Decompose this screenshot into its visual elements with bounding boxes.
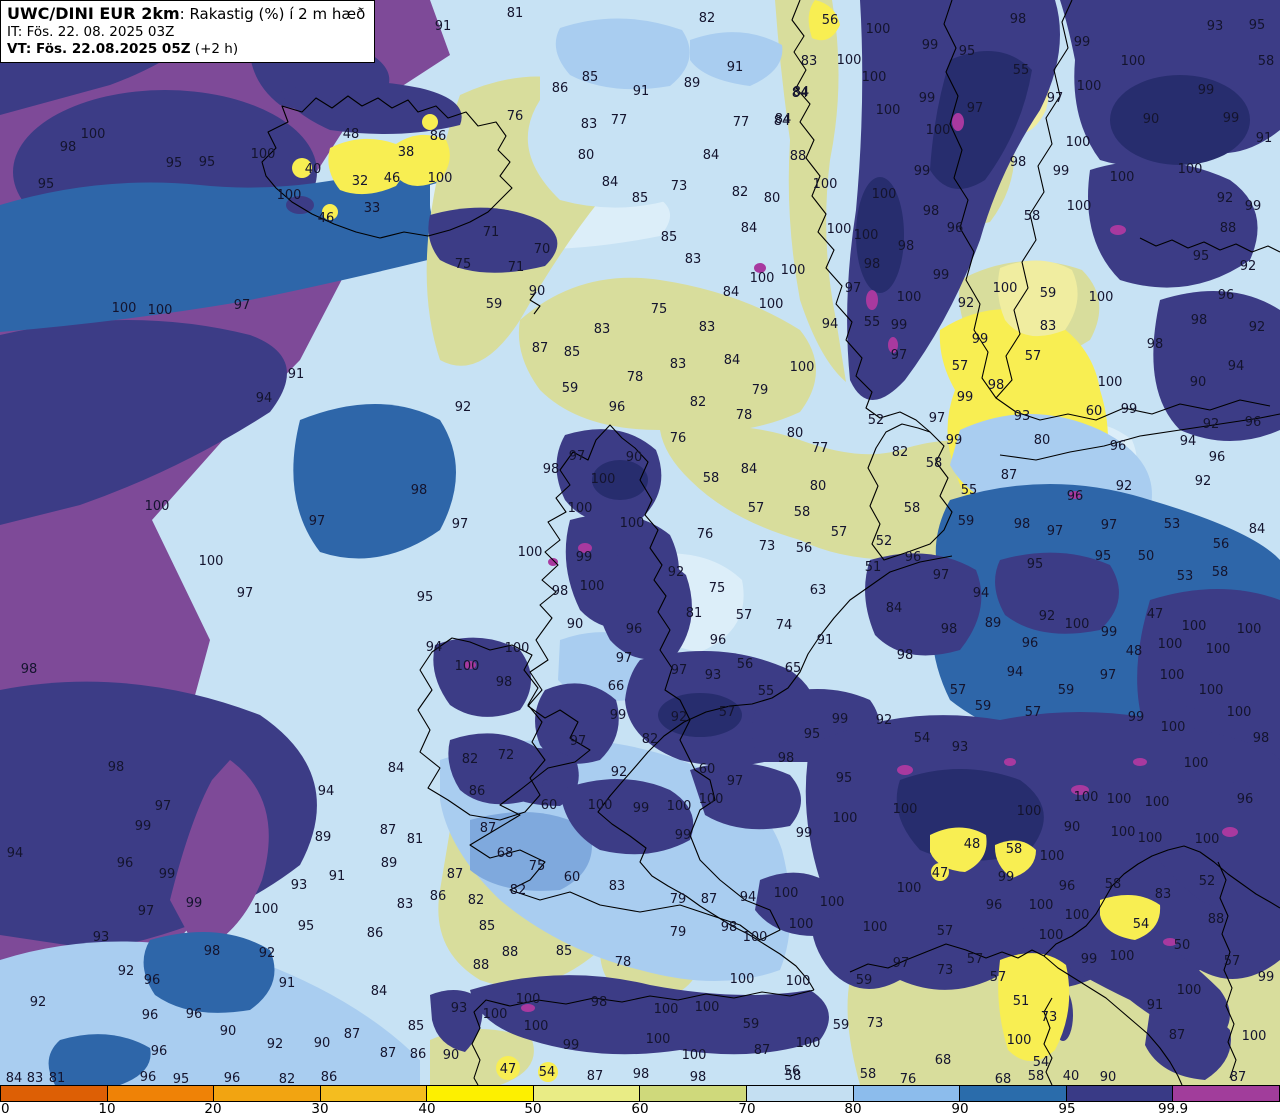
colorbar-tick-label: 80: [844, 1101, 862, 1115]
colorbar-tick-label: 10: [98, 1101, 116, 1115]
colorbar-segment: [1066, 1086, 1174, 1101]
init-time: IT: Fös. 22. 08. 2025 03Z: [7, 24, 175, 40]
colorbar-segment: [960, 1086, 1067, 1101]
product-title: UWC/DINI EUR 2km: Rakastig (%) í 2 m hæð: [7, 4, 365, 24]
colorbar-segments: [0, 1085, 1280, 1102]
colorbar-tick-label: 20: [204, 1101, 222, 1115]
valid-time: VT: Fös. 22.08.2025 05Z (+2 h): [7, 41, 239, 57]
colorbar-segment: [427, 1086, 534, 1101]
colorbar-segment: [214, 1086, 321, 1101]
weather-map-screenshot: 100 98 95 95 95 100 40 48 38 32 46 100 46 33 100 100 97 9…: [0, 0, 1280, 1115]
colorbar-tick-label: 0: [1, 1101, 10, 1115]
title-box: UWC/DINI EUR 2km: Rakastig (%) í 2 m hæð…: [0, 0, 376, 63]
colorbar-tick-label: 99.9: [1157, 1101, 1189, 1115]
colorbar: 0 10 20 30 40 50 60 70 80 90 95 99.9: [0, 1085, 1280, 1115]
colorbar-tick-label: 90: [951, 1101, 969, 1115]
colorbar-tick-label: 50: [524, 1101, 542, 1115]
colorbar-segment: [1173, 1086, 1280, 1101]
colorbar-tick-label: 95: [1058, 1101, 1076, 1115]
colorbar-tick-label: 40: [418, 1101, 436, 1115]
colorbar-segment: [107, 1086, 215, 1101]
colorbar-segment: [320, 1086, 428, 1101]
product-parameter: : Rakastig (%) í 2 m hæð: [179, 5, 366, 23]
colorbar-segment: [747, 1086, 854, 1101]
colorbar-tick-labels: 0 10 20 30 40 50 60 70 80 90 95 99.9: [0, 1101, 1280, 1115]
map-canvas: [0, 0, 1280, 1085]
colorbar-segment: [853, 1086, 961, 1101]
map-area: 100 98 95 95 95 100 40 48 38 32 46 100 46 33 100 100 97 9…: [0, 0, 1280, 1085]
colorbar-segment: [0, 1086, 108, 1101]
colorbar-segment: [640, 1086, 748, 1101]
product-name: UWC/DINI EUR 2km: [7, 4, 180, 23]
colorbar-tick-label: 70: [738, 1101, 756, 1115]
colorbar-tick-label: 60: [631, 1101, 649, 1115]
colorbar-segment: [533, 1086, 641, 1101]
colorbar-tick-label: 30: [311, 1101, 329, 1115]
